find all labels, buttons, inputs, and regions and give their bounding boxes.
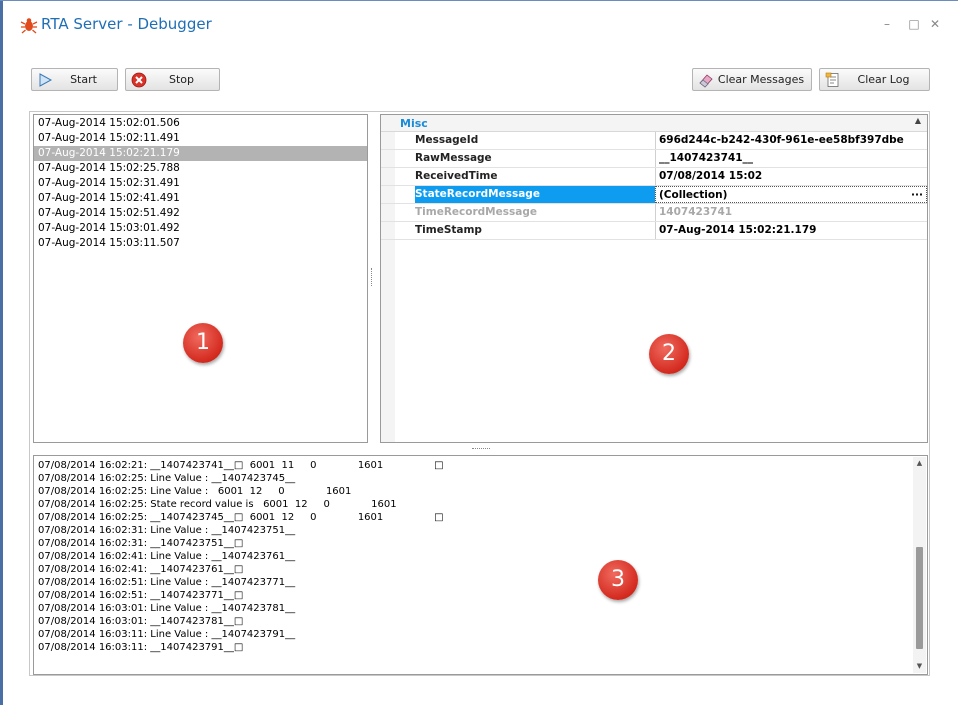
property-value[interactable]: __1407423741__ bbox=[655, 150, 927, 167]
log-line: 07/08/2014 16:02:51: __1407423771__□ bbox=[38, 590, 244, 601]
maximize-button[interactable]: □ bbox=[907, 17, 921, 31]
collapse-icon[interactable]: ▲ bbox=[915, 116, 921, 125]
log-line: 07/08/2014 16:02:25: State record value … bbox=[38, 499, 397, 510]
callout-badge-3: 3 bbox=[598, 560, 638, 600]
log-line: 07/08/2014 16:03:11: __1407423791__□ bbox=[38, 642, 244, 653]
message-list-item[interactable]: 07-Aug-2014 15:02:25.788 bbox=[34, 161, 367, 176]
property-row[interactable]: StateRecordMessage (Collection) ··· bbox=[381, 186, 927, 204]
message-list-item[interactable]: 07-Aug-2014 15:02:31.491 bbox=[34, 176, 367, 191]
horizontal-splitter[interactable] bbox=[472, 448, 490, 450]
property-grid[interactable]: Misc ▲ MessageId 696d244c-b242-430f-961e-… bbox=[380, 114, 928, 443]
stop-button[interactable]: Stop bbox=[125, 68, 220, 91]
start-button-label: Start bbox=[70, 73, 97, 86]
clear-log-button[interactable]: Clear Log bbox=[819, 68, 930, 91]
property-value[interactable]: (Collection) ··· bbox=[655, 186, 927, 203]
log-line: 07/08/2014 16:03:01: Line Value : __1407… bbox=[38, 603, 296, 614]
property-value-text: (Collection) bbox=[659, 189, 728, 201]
message-list-item[interactable]: 07-Aug-2014 15:02:41.491 bbox=[34, 191, 367, 206]
property-row[interactable]: TimeRecordMessage 1407423741 bbox=[381, 204, 927, 222]
callout-badge-2: 2 bbox=[649, 334, 689, 374]
message-list-item[interactable]: 07-Aug-2014 15:03:01.492 bbox=[34, 221, 367, 236]
message-list[interactable]: 07-Aug-2014 15:02:01.506 07-Aug-2014 15:0… bbox=[33, 114, 368, 443]
property-name: TimeStamp bbox=[415, 224, 482, 236]
callout-badge-1: 1 bbox=[183, 323, 223, 363]
property-name: ReceivedTime bbox=[415, 170, 498, 182]
log-line: 07/08/2014 16:02:25: Line Value : 6001 1… bbox=[38, 486, 352, 497]
clear-log-label: Clear Log bbox=[857, 73, 910, 86]
property-value-text: 1407423741 bbox=[659, 206, 733, 218]
log-line: 07/08/2014 16:02:31: __1407423751__□ bbox=[38, 538, 244, 549]
log-line: 07/08/2014 16:03:11: Line Value : __1407… bbox=[38, 629, 296, 640]
message-list-item[interactable]: 07-Aug-2014 15:03:11.507 bbox=[34, 236, 367, 251]
window-title: RTA Server - Debugger bbox=[41, 15, 212, 33]
property-category-header[interactable]: Misc ▲ bbox=[381, 115, 927, 132]
log-line: 07/08/2014 16:02:31: Line Value : __1407… bbox=[38, 525, 296, 536]
message-list-item[interactable]: 07-Aug-2014 15:02:51.492 bbox=[34, 206, 367, 221]
property-row[interactable]: MessageId 696d244c-b242-430f-961e-ee58bf3… bbox=[381, 132, 927, 150]
property-name: RawMessage bbox=[415, 152, 492, 164]
log-line: 07/08/2014 16:02:41: Line Value : __1407… bbox=[38, 551, 296, 562]
property-name: MessageId bbox=[415, 134, 479, 146]
clear-messages-button[interactable]: Clear Messages bbox=[692, 68, 812, 91]
log-line: 07/08/2014 16:02:25: Line Value : __1407… bbox=[38, 473, 296, 484]
property-value[interactable]: 07/08/2014 15:02 bbox=[655, 168, 927, 185]
vertical-splitter[interactable] bbox=[371, 268, 374, 286]
bug-icon bbox=[20, 18, 38, 34]
message-list-item[interactable]: 07-Aug-2014 15:02:11.491 bbox=[34, 131, 367, 146]
property-row[interactable]: ReceivedTime 07/08/2014 15:02 bbox=[381, 168, 927, 186]
message-list-item[interactable]: 07-Aug-2014 15:02:21.179 bbox=[34, 146, 367, 161]
property-value-text: 696d244c-b242-430f-961e-ee58bf397dbe bbox=[659, 134, 904, 146]
scroll-down-icon[interactable]: ▼ bbox=[913, 660, 926, 673]
collection-editor-button[interactable]: ··· bbox=[911, 187, 923, 202]
property-value-text: 07/08/2014 15:02 bbox=[659, 170, 763, 182]
log-line: 07/08/2014 16:02:25: __1407423745__□ 600… bbox=[38, 512, 444, 523]
scroll-thumb[interactable] bbox=[916, 547, 923, 649]
close-button[interactable]: ✕ bbox=[928, 17, 942, 31]
log-scrollbar[interactable]: ▲ ▼ bbox=[913, 457, 926, 673]
clear-messages-label: Clear Messages bbox=[717, 73, 805, 86]
property-row[interactable]: TimeStamp 07-Aug-2014 15:02:21.179 bbox=[381, 222, 927, 240]
stop-button-label: Stop bbox=[168, 73, 194, 86]
property-value[interactable]: 696d244c-b242-430f-961e-ee58bf397dbe bbox=[655, 132, 927, 149]
property-row[interactable]: RawMessage __1407423741__ bbox=[381, 150, 927, 168]
title-bar: RTA Server - Debugger – □ ✕ bbox=[3, 1, 958, 51]
property-name: TimeRecordMessage bbox=[415, 206, 537, 218]
log-line: 07/08/2014 16:02:51: Line Value : __1407… bbox=[38, 577, 296, 588]
start-button[interactable]: Start bbox=[31, 68, 118, 91]
log-line: 07/08/2014 16:02:21: __1407423741__□ 600… bbox=[38, 460, 444, 471]
property-name: StateRecordMessage bbox=[415, 186, 655, 203]
minimize-button[interactable]: – bbox=[880, 17, 894, 31]
log-line: 07/08/2014 16:02:41: __1407423761__□ bbox=[38, 564, 244, 575]
property-value[interactable]: 1407423741 bbox=[655, 204, 927, 221]
category-label: Misc bbox=[400, 117, 428, 130]
scroll-up-icon[interactable]: ▲ bbox=[913, 457, 926, 470]
property-value[interactable]: 07-Aug-2014 15:02:21.179 bbox=[655, 222, 927, 239]
log-panel[interactable]: 07/08/2014 16:02:21: __1407423741__□ 600… bbox=[33, 455, 928, 675]
property-value-text: 07-Aug-2014 15:02:21.179 bbox=[659, 224, 817, 236]
message-list-item[interactable]: 07-Aug-2014 15:02:01.506 bbox=[34, 116, 367, 131]
window-border bbox=[0, 0, 3, 705]
log-line: 07/08/2014 16:03:01: __1407423781__□ bbox=[38, 616, 244, 627]
property-value-text: __1407423741__ bbox=[659, 152, 754, 164]
